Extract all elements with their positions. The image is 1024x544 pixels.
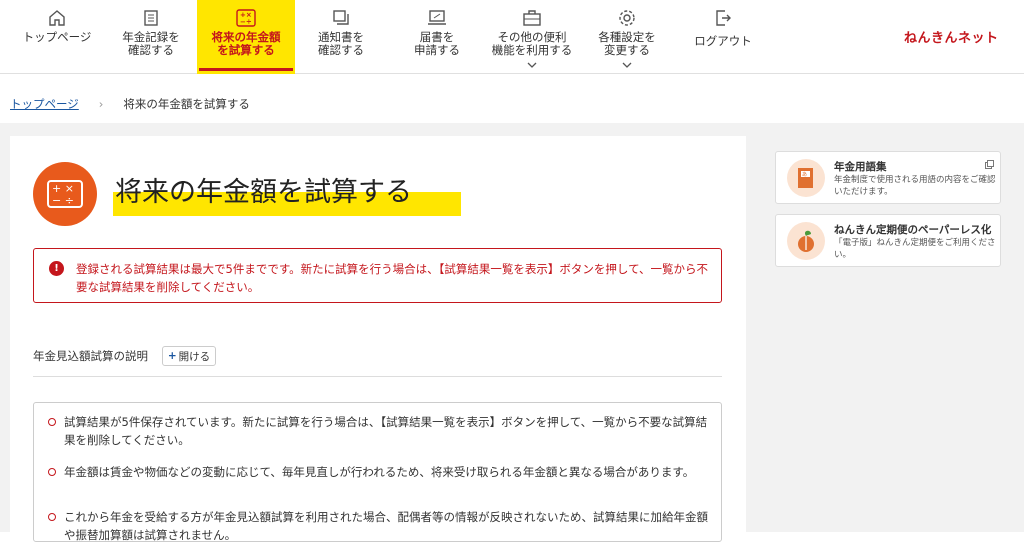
paperless-card[interactable]: ねんきん定期便のペーパーレス化 「電子版」ねんきん定期便をご利用ください。 [775,214,1001,267]
nav-label-line2: 機能を利用する [491,43,573,57]
notes-box: 試算結果が5件保存されています。新たに試算を行う場合は、【試算結果一覧を表示】ボ… [33,402,722,542]
external-link-icon [985,158,994,172]
page-title: 将来の年金額を試算する [115,177,412,208]
logout-icon [713,8,733,28]
calculator-icon: +× −÷ [236,8,256,28]
svg-text:− ÷: − ÷ [52,194,74,207]
calculator-icon: + × − ÷ [33,162,97,226]
card-title: ねんきん定期便のペーパーレス化 [834,224,992,236]
computer-icon [427,8,447,28]
brand-logo[interactable]: ねんきんネット [904,27,999,46]
gear-icon [617,8,637,28]
nav-notices[interactable]: 通知書を 確認する [302,0,380,74]
card-desc: 年金制度で使用される用語の内容をご確認いただけます。 [834,175,996,197]
note-item: 年金額は賃金や物価などの変動に応じて、毎年見直しが行われるため、将来受け取られる… [48,463,708,481]
alert-icon: ! [49,261,64,276]
nav-settings[interactable]: 各種設定を 変更する [588,0,666,74]
notice-stack-icon [331,8,351,28]
note-text: これから年金を受給する方が年金見込額試算を利用された場合、配偶者等の情報が反映さ… [64,510,708,542]
note-item: 試算結果が5件保存されています。新たに試算を行う場合は、【試算結果一覧を表示】ボ… [48,413,708,449]
nav-pension-records[interactable]: 年金記録を 確認する [112,0,190,74]
card-title: 年金用語集 [834,161,887,173]
glossary-card[interactable]: あ 年金用語集 年金制度で使用される用語の内容をご確認いただけます。 [775,151,1001,204]
leaf-icon [787,222,825,260]
note-text: 年金額は賃金や物価などの変動に応じて、毎年見直しが行われるため、将来受け取られる… [64,465,695,479]
bullet-icon [48,468,56,476]
explain-label: 年金見込額試算の説明 [33,349,148,363]
breadcrumb-separator: › [98,97,104,111]
active-underline [199,68,293,71]
nav-estimate-pension[interactable]: +× −÷ 将来の年金額 を試算する [197,0,295,74]
nav-label-line2: 申請する [414,43,460,57]
home-icon [47,8,67,28]
nav-label: ログアウト [694,34,752,48]
global-nav: トップページ 年金記録を 確認する +× −÷ 将来の年金額 を試算する 通知書を… [0,0,1024,74]
alert-box: ! 登録される試算結果は最大で5件までです。新たに試算を行う場合は、【試算結果一… [33,248,722,303]
nav-label-line2: を試算する [217,43,275,57]
book-icon: あ [787,159,825,197]
note-item: これから年金を受給する方が年金見込額試算を利用された場合、配偶者等の情報が反映さ… [48,508,708,544]
nav-label-line2: 変更する [604,43,650,57]
plus-icon: + [167,350,177,362]
nav-top-page[interactable]: トップページ [18,0,96,74]
open-button-label: 開ける [178,350,211,363]
svg-text:あ: あ [802,172,807,178]
nav-other-features[interactable]: その他の便利 機能を利用する [487,0,577,74]
briefcase-icon [522,8,542,28]
open-button[interactable]: + 開ける [162,346,216,366]
document-icon [141,8,161,28]
breadcrumb: トップページ › 将来の年金額を試算する [10,96,250,112]
nav-logout[interactable]: ログアウト [684,0,762,74]
breadcrumb-current: 将来の年金額を試算する [123,97,250,111]
card-desc: 「電子版」ねんきん定期便をご利用ください。 [834,238,996,260]
divider [33,376,722,377]
chevron-down-icon [622,58,632,71]
nav-label: トップページ [22,30,92,44]
nav-apply-forms[interactable]: 届書を 申請する [398,0,476,74]
bullet-icon [48,418,56,426]
alert-text: 登録される試算結果は最大で5件までです。新たに試算を行う場合は、【試算結果一覧を… [76,262,708,294]
note-text: 試算結果が5件保存されています。新たに試算を行う場合は、【試算結果一覧を表示】ボ… [64,415,708,447]
chevron-down-icon [527,58,537,71]
breadcrumb-home-link[interactable]: トップページ [10,96,79,112]
svg-text:−÷: −÷ [240,18,252,26]
nav-label-line2: 確認する [318,43,364,57]
bullet-icon [48,513,56,521]
nav-label-line2: 確認する [128,43,174,57]
